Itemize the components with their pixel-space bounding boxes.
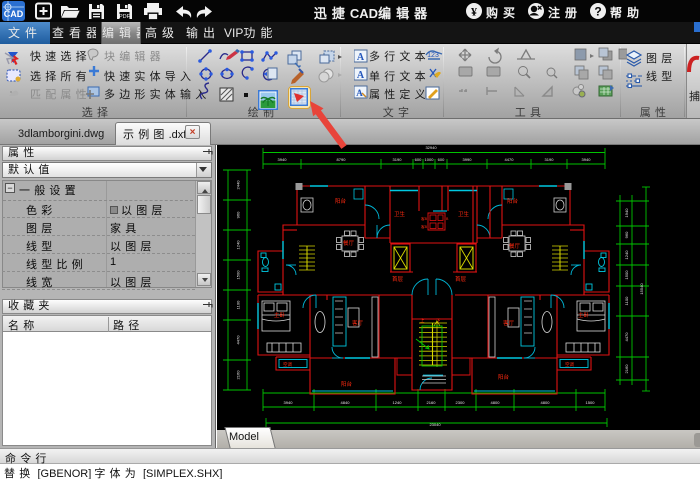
svg-text:4470: 4470 <box>505 157 515 162</box>
svg-text:4470: 4470 <box>236 335 241 345</box>
svg-text:1240: 1240 <box>236 240 241 250</box>
svg-text:A: A <box>357 52 365 63</box>
svg-text:32940: 32940 <box>425 145 437 150</box>
svg-text:1100: 1100 <box>236 300 241 309</box>
svg-text:阳台: 阳台 <box>341 380 353 388</box>
svg-text:1500: 1500 <box>624 270 629 280</box>
svg-text:餐厅: 餐厅 <box>343 239 355 247</box>
svg-text:阳台: 阳台 <box>507 197 519 205</box>
svg-text:3990: 3990 <box>463 157 473 162</box>
svg-text:主卧: 主卧 <box>578 311 590 319</box>
svg-text:1500: 1500 <box>586 400 596 405</box>
svg-text:1500: 1500 <box>236 270 241 280</box>
svg-text:4840: 4840 <box>341 400 351 405</box>
svg-text:2300: 2300 <box>456 400 466 405</box>
svg-text:1000: 1000 <box>425 157 435 162</box>
svg-text:3190: 3190 <box>393 157 403 162</box>
svg-text:餐厅: 餐厅 <box>509 242 521 250</box>
svg-text:2160: 2160 <box>624 364 629 374</box>
svg-text:A: A <box>357 70 365 81</box>
svg-text:1940: 1940 <box>624 208 629 218</box>
svg-text:123: 123 <box>427 52 439 59</box>
svg-text:客厅: 客厅 <box>352 319 364 327</box>
svg-text:4800: 4800 <box>541 400 551 405</box>
svg-text:卫生: 卫生 <box>394 210 406 218</box>
svg-text:960: 960 <box>624 231 629 238</box>
svg-text:?: ? <box>594 5 601 19</box>
svg-text:卫生: 卫生 <box>458 210 470 218</box>
svg-text:600: 600 <box>438 157 445 162</box>
svg-text:4470: 4470 <box>624 332 629 342</box>
svg-text:客厅: 客厅 <box>503 319 515 327</box>
svg-text:阳台: 阳台 <box>498 373 510 381</box>
svg-text:2160: 2160 <box>427 400 437 405</box>
svg-text:600: 600 <box>415 157 422 162</box>
svg-text:2160: 2160 <box>236 370 241 380</box>
svg-text:客B: 客B <box>421 216 428 221</box>
svg-text:2440: 2440 <box>236 180 241 190</box>
svg-text:首层: 首层 <box>392 275 404 283</box>
svg-text:1240: 1240 <box>624 250 629 260</box>
svg-text:960: 960 <box>236 211 241 218</box>
svg-text:主卧: 主卧 <box>274 311 286 319</box>
svg-text:3190: 3190 <box>545 157 555 162</box>
svg-text:空调: 空调 <box>283 361 292 368</box>
svg-text:PDF: PDF <box>119 14 131 20</box>
svg-text:CAD: CAD <box>4 9 24 19</box>
svg-text:上: 上 <box>420 317 425 323</box>
svg-text:阳台: 阳台 <box>335 197 347 205</box>
svg-text:3940: 3940 <box>284 400 294 405</box>
svg-text:B: B <box>446 217 449 221</box>
svg-text:4800: 4800 <box>491 400 501 405</box>
svg-text:¥: ¥ <box>471 5 477 19</box>
svg-text:空调: 空调 <box>565 361 574 368</box>
svg-text:23040: 23040 <box>429 422 441 427</box>
svg-text:1100: 1100 <box>624 296 629 305</box>
svg-text:3940: 3940 <box>278 157 288 162</box>
svg-text:1240: 1240 <box>393 400 403 405</box>
svg-text:首层: 首层 <box>455 275 467 283</box>
svg-text:15540: 15540 <box>639 283 644 295</box>
svg-text:3940: 3940 <box>582 157 592 162</box>
svg-text:客B: 客B <box>421 224 428 229</box>
